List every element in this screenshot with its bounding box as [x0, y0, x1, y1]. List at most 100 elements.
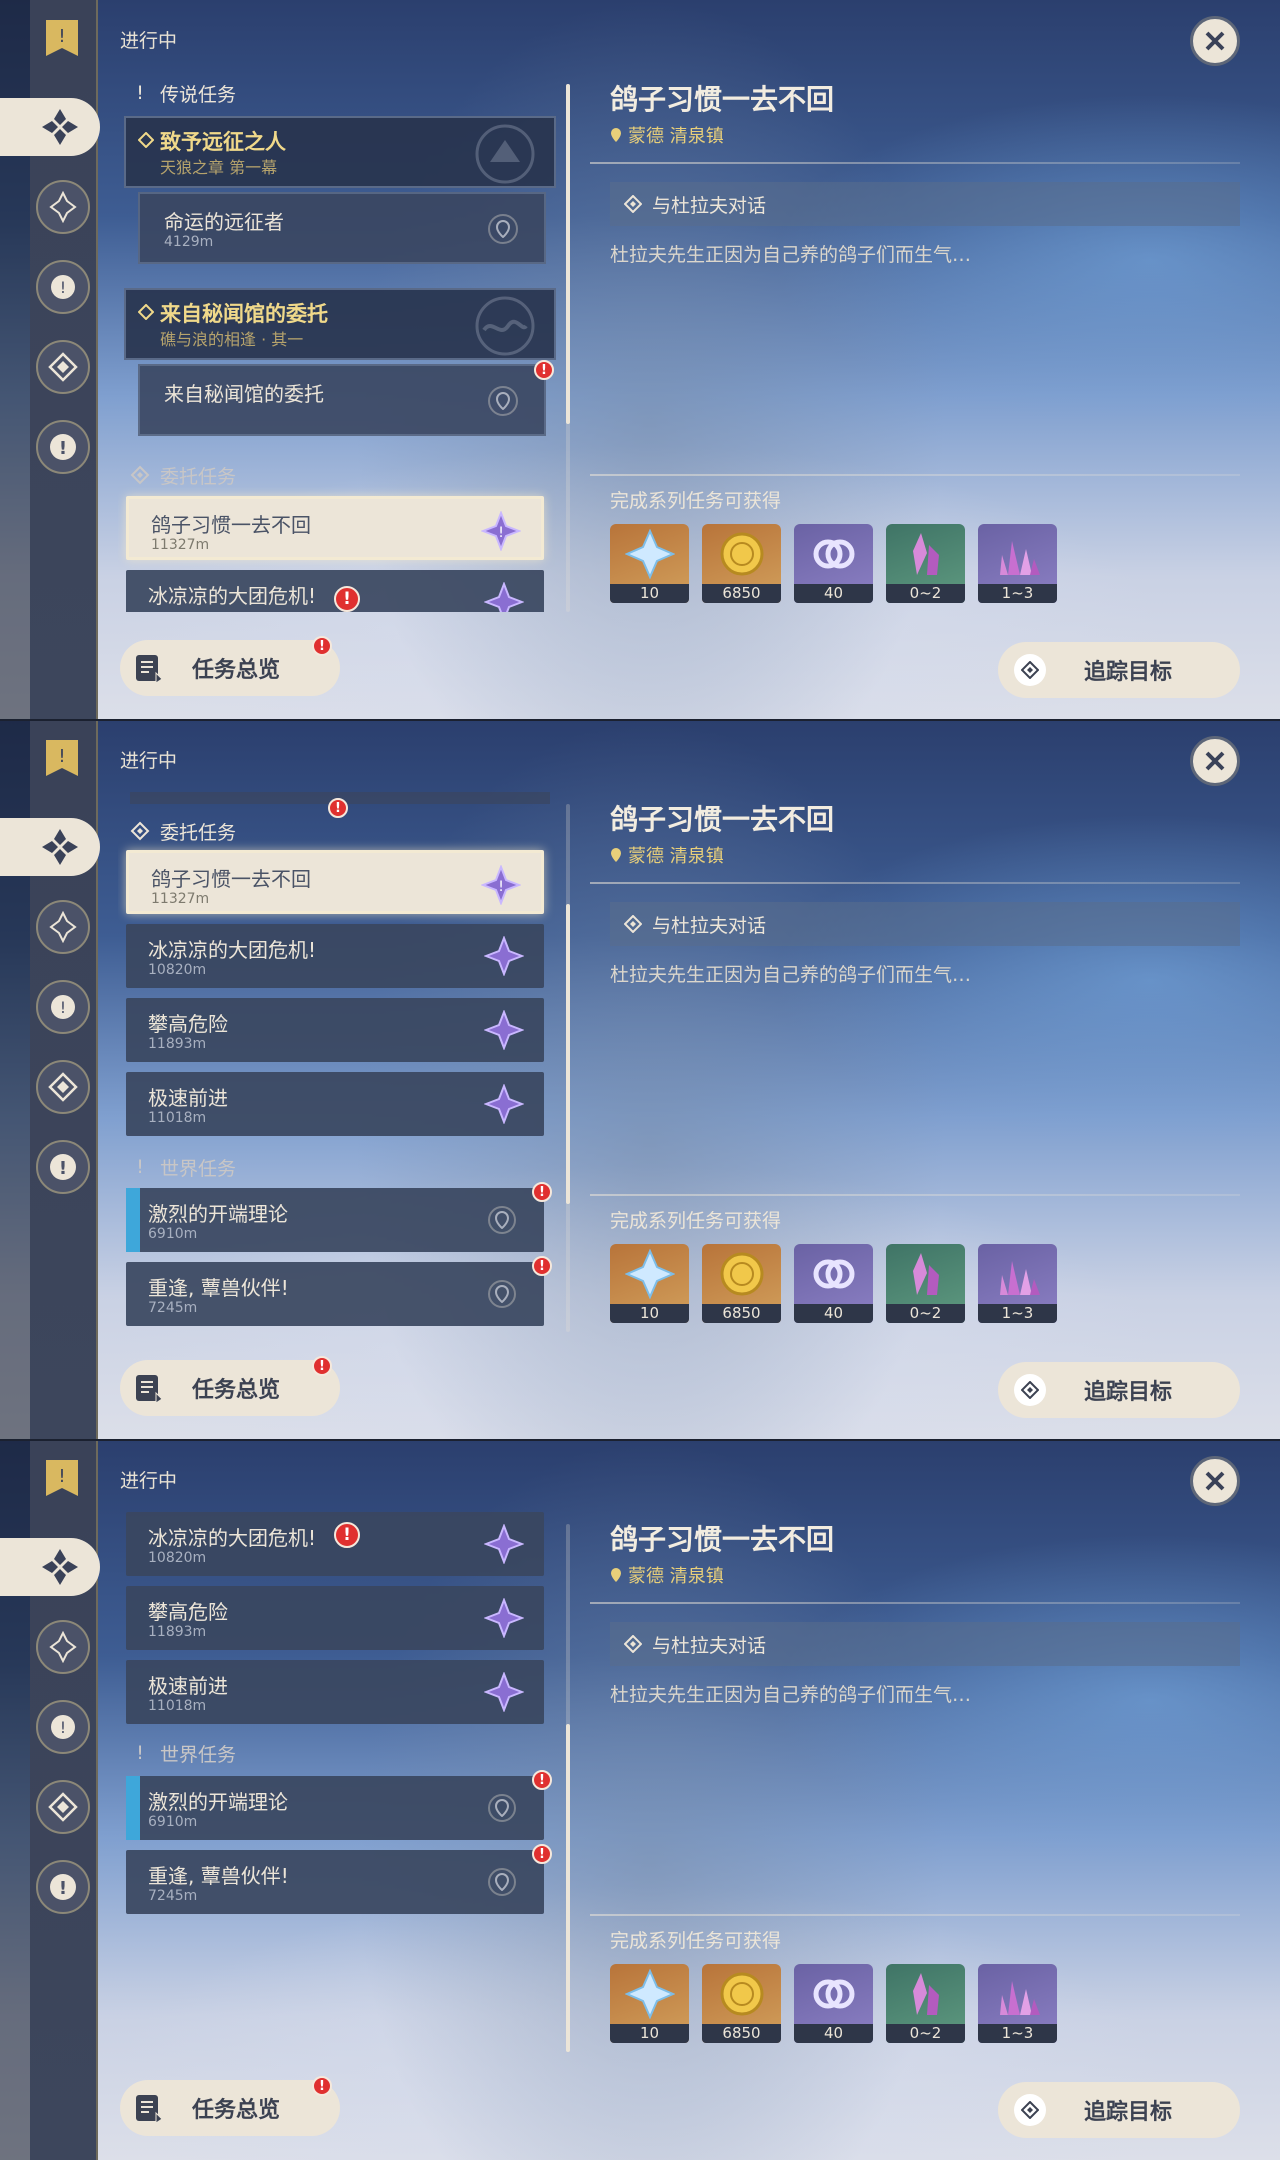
subquest-title: 来自秘闻馆的委托: [164, 382, 324, 406]
reward-crystal-small[interactable]: 0~2: [886, 1244, 965, 1323]
scroll-thumb[interactable]: [566, 904, 570, 1204]
rail-tab-commission[interactable]: [36, 340, 90, 394]
quest-banner-icon: !: [46, 20, 78, 56]
step-label: 与杜拉夫对话: [652, 914, 767, 937]
world-quest-2[interactable]: 重逢, 蕈兽伙伴! 7245m !: [126, 1256, 552, 1326]
world-quest-1[interactable]: 激烈的开端理论 6910m !: [126, 1182, 552, 1252]
rail-tab-all[interactable]: [0, 98, 100, 156]
location-pin-icon: [488, 1206, 516, 1234]
rail-tab-archon[interactable]: [36, 180, 90, 234]
rail-tab-story[interactable]: !: [36, 1700, 90, 1754]
quest-distance: 6910m: [148, 1814, 198, 1830]
wolf-emblem-icon: [475, 124, 535, 184]
rail-tab-world[interactable]: !: [36, 1860, 90, 1914]
quest-title: 冰凉凉的大团危机!: [148, 1526, 317, 1550]
quest-location: 蒙德 清泉镇: [610, 842, 724, 868]
category-label: 世界任务: [160, 1743, 237, 1766]
legend-subquest-1[interactable]: 命运的远征者 4129m: [138, 192, 546, 264]
reward-crystal-cluster[interactable]: 1~3: [978, 524, 1057, 603]
rail-tab-story[interactable]: !: [36, 260, 90, 314]
quest-list[interactable]: ! 传说任务 致予远征之人 天狼之章 第一幕 命运的远征者 4129m 来自秘闻馆…: [118, 72, 566, 612]
commission-star-icon: !: [481, 511, 521, 551]
list-scrollbar[interactable]: [566, 1524, 570, 2052]
close-button[interactable]: [1190, 1456, 1240, 1506]
rail-tab-story[interactable]: !: [36, 980, 90, 1034]
close-button[interactable]: [1190, 16, 1240, 66]
legend-quest-1[interactable]: 致予远征之人 天狼之章 第一幕: [124, 116, 556, 188]
world-quest-2[interactable]: 重逢, 蕈兽伙伴! 7245m !: [126, 1844, 552, 1914]
close-button[interactable]: [1190, 736, 1240, 786]
new-badge: !: [532, 1182, 552, 1202]
reward-primogem[interactable]: 10: [610, 1244, 689, 1323]
reward-primogem[interactable]: 10: [610, 1964, 689, 2043]
reward-mora[interactable]: 6850: [702, 524, 781, 603]
reward-crystal-cluster[interactable]: 1~3: [978, 1964, 1057, 2043]
reward-crystal-small[interactable]: 0~2: [886, 1964, 965, 2043]
reward-companionship[interactable]: 40: [794, 1964, 873, 2043]
rail-tab-commission[interactable]: [36, 1060, 90, 1114]
svg-text:!: !: [60, 278, 66, 297]
rail-tab-archon[interactable]: [36, 900, 90, 954]
rewards-title: 完成系列任务可获得: [610, 490, 782, 512]
world-quest-icon: !: [50, 1154, 76, 1180]
legend-subquest-2[interactable]: 来自秘闻馆的委托 !: [138, 360, 554, 436]
quest-list[interactable]: ! 委托任务 鸽子习惯一去不回 11327m ! 冰凉凉的大团危机! 10820…: [118, 792, 566, 1332]
commission-quest-4[interactable]: 极速前进 11018m: [126, 1660, 544, 1724]
track-target-button[interactable]: 追踪目标: [998, 642, 1240, 698]
quest-list[interactable]: 冰凉凉的大团危机! 10820m ! 攀高危险 11893m 极速前进 1101…: [118, 1512, 566, 2052]
commission-quest-2[interactable]: 冰凉凉的大团危机! !: [126, 570, 544, 612]
reward-companionship[interactable]: 40: [794, 524, 873, 603]
commission-quest-4[interactable]: 极速前进 11018m: [126, 1072, 544, 1136]
reward-companionship[interactable]: 40: [794, 1244, 873, 1323]
list-scrollbar[interactable]: [566, 84, 570, 612]
reward-mora[interactable]: 6850: [702, 1964, 781, 2043]
rail-tab-all[interactable]: [0, 818, 100, 876]
rail-tab-world[interactable]: !: [36, 1140, 90, 1194]
in-progress-label: 进行中: [120, 30, 178, 52]
rail-tab-world[interactable]: !: [36, 420, 90, 474]
commission-star-icon: [484, 1524, 524, 1564]
quest-overview-button[interactable]: 任务总览 !: [120, 1356, 340, 1416]
reward-count: 1~3: [978, 1304, 1057, 1323]
location-pin-icon: [488, 214, 518, 244]
list-scrollbar[interactable]: [566, 804, 570, 1332]
rail-tab-all[interactable]: [0, 1538, 100, 1596]
quest-overview-button[interactable]: 任务总览 !: [120, 636, 340, 696]
reward-count: 0~2: [886, 1304, 965, 1323]
frame-separator: [0, 1439, 1280, 1441]
in-progress-label: 进行中: [120, 750, 178, 772]
commission-quest-1[interactable]: 鸽子习惯一去不回 11327m !: [126, 850, 544, 914]
primogem-icon: [624, 529, 675, 579]
reward-mora[interactable]: 6850: [702, 1244, 781, 1323]
quest-distance: 11893m: [148, 1036, 207, 1052]
story-quest-icon: !: [51, 275, 75, 299]
commission-star-icon: [484, 582, 524, 612]
scroll-thumb[interactable]: [566, 84, 570, 424]
commission-quest-2[interactable]: 冰凉凉的大团危机! 10820m: [126, 924, 544, 988]
track-target-button[interactable]: 追踪目标: [998, 1362, 1240, 1418]
commission-star-icon: [484, 1010, 524, 1050]
commission-quest-2[interactable]: 冰凉凉的大团危机! 10820m !: [126, 1512, 544, 1576]
archon-quest-icon: [49, 1631, 77, 1663]
commission-quest-3[interactable]: 攀高危险 11893m: [126, 1586, 544, 1650]
world-quest-1[interactable]: 激烈的开端理论 6910m !: [126, 1770, 552, 1840]
rail-tab-archon[interactable]: [36, 1620, 90, 1674]
close-icon: [1205, 1471, 1225, 1491]
track-target-button[interactable]: 追踪目标: [998, 2082, 1240, 2138]
rail-tab-commission[interactable]: [36, 1780, 90, 1834]
legend-quest-2[interactable]: 来自秘闻馆的委托 礁与浪的相逢 · 其一: [124, 288, 556, 360]
location-pin-icon: [611, 848, 621, 862]
scroll-thumb[interactable]: [566, 1724, 570, 2052]
new-badge: !: [534, 360, 554, 380]
svg-text:!: !: [59, 1158, 67, 1179]
commission-quest-1[interactable]: 鸽子习惯一去不回 11327m !: [126, 496, 544, 560]
quest-overview-button[interactable]: 任务总览 !: [120, 2076, 340, 2136]
close-icon: [1205, 31, 1225, 51]
reward-crystal-small[interactable]: 0~2: [886, 524, 965, 603]
reward-crystal-cluster[interactable]: 1~3: [978, 1244, 1057, 1323]
quest-distance: 11018m: [148, 1698, 207, 1714]
category-label: 世界任务: [160, 1157, 237, 1180]
reward-primogem[interactable]: 10: [610, 524, 689, 603]
companionship-exp-icon: [813, 1979, 854, 2009]
commission-quest-3[interactable]: 攀高危险 11893m: [126, 998, 544, 1062]
